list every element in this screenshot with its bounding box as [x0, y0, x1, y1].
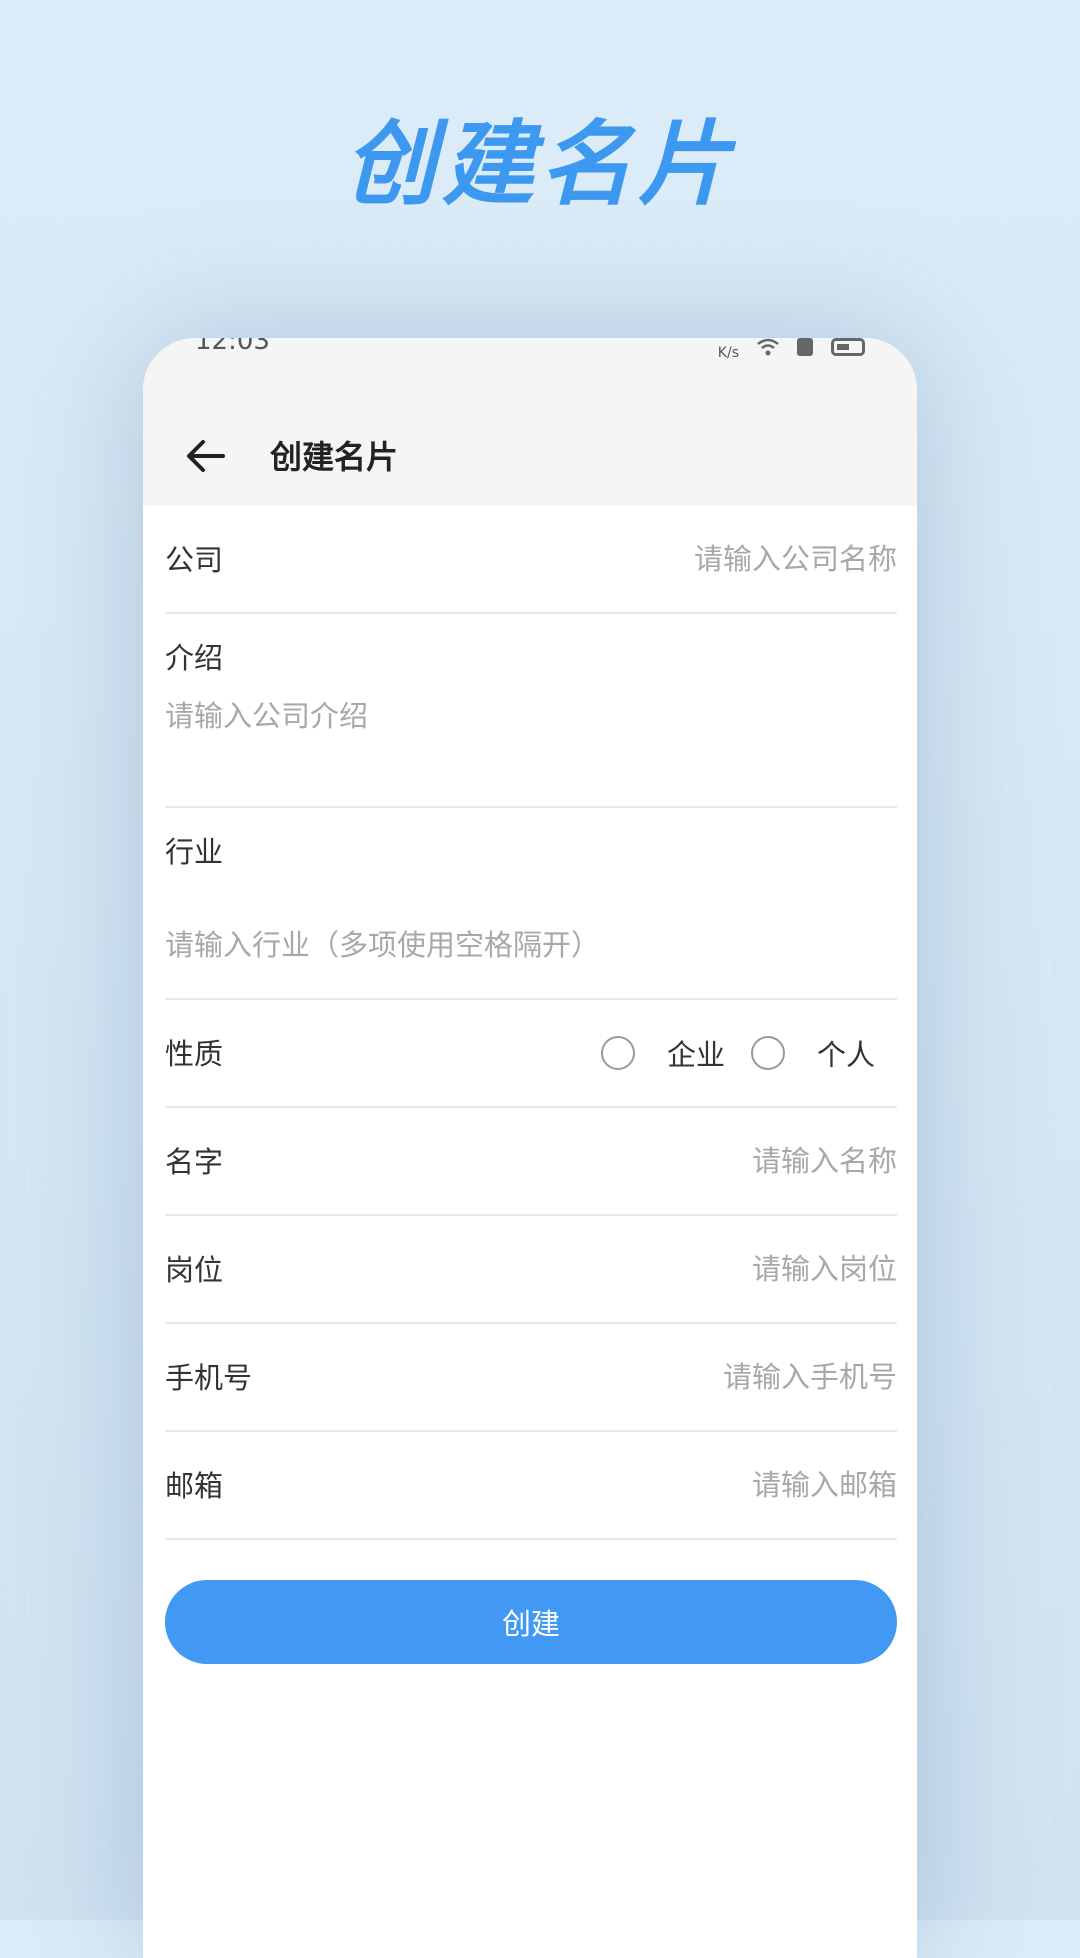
email-row: 邮箱 — [165, 1432, 897, 1540]
position-label: 岗位 — [165, 1253, 224, 1287]
industry-row: 行业 — [165, 808, 897, 1000]
radio-circle-icon[interactable] — [600, 1036, 635, 1070]
app-bar: 创建名片 — [143, 408, 917, 506]
arrow-left-icon — [187, 440, 225, 472]
create-button[interactable]: 创建 — [165, 1580, 897, 1664]
phone-input[interactable] — [417, 1324, 897, 1430]
status-icons: K/s — [718, 338, 865, 362]
email-input[interactable] — [417, 1432, 897, 1538]
company-label: 公司 — [165, 543, 224, 577]
phone-label: 手机号 — [165, 1361, 253, 1395]
wifi-icon — [757, 338, 779, 356]
network-speed: K/s — [717, 345, 739, 361]
status-time: 12:03 — [195, 338, 270, 356]
sim-icon — [797, 338, 813, 356]
name-label: 名字 — [165, 1145, 224, 1179]
status-bar: 12:03 K/s — [143, 338, 917, 408]
page-title: 创建名片 — [270, 438, 399, 476]
back-button[interactable] — [175, 426, 235, 486]
intro-row: 介绍 — [165, 614, 897, 808]
intro-label: 介绍 — [165, 641, 224, 675]
nature-row: 性质 企业 个人 — [165, 1000, 897, 1108]
position-row: 岗位 — [165, 1216, 897, 1324]
company-row: 公司 — [165, 506, 897, 614]
phone-row: 手机号 — [165, 1324, 897, 1432]
phone-screen: 12:03 K/s 创建名片 公司 介绍 — [143, 338, 917, 1958]
nature-label: 性质 — [165, 1037, 224, 1071]
name-row: 名字 — [165, 1108, 897, 1216]
company-input[interactable] — [417, 506, 897, 612]
industry-label: 行业 — [165, 835, 224, 869]
radio-circle-icon[interactable] — [750, 1036, 785, 1070]
battery-icon — [831, 338, 865, 356]
nature-radio-group: 企业 个人 — [600, 1000, 875, 1106]
radio-option-enterprise[interactable]: 企业 — [600, 1032, 725, 1074]
radio-label-enterprise: 企业 — [666, 1038, 725, 1072]
industry-input[interactable] — [165, 910, 897, 980]
promo-title: 创建名片 — [343, 111, 736, 218]
email-label: 邮箱 — [165, 1469, 224, 1503]
card-form: 公司 介绍 行业 性质 企业 个人 名 — [165, 506, 897, 1540]
radio-label-personal: 个人 — [816, 1038, 875, 1072]
name-input[interactable] — [417, 1108, 897, 1214]
intro-input[interactable] — [165, 694, 897, 794]
position-input[interactable] — [417, 1216, 897, 1322]
radio-option-personal[interactable]: 个人 — [750, 1032, 875, 1074]
